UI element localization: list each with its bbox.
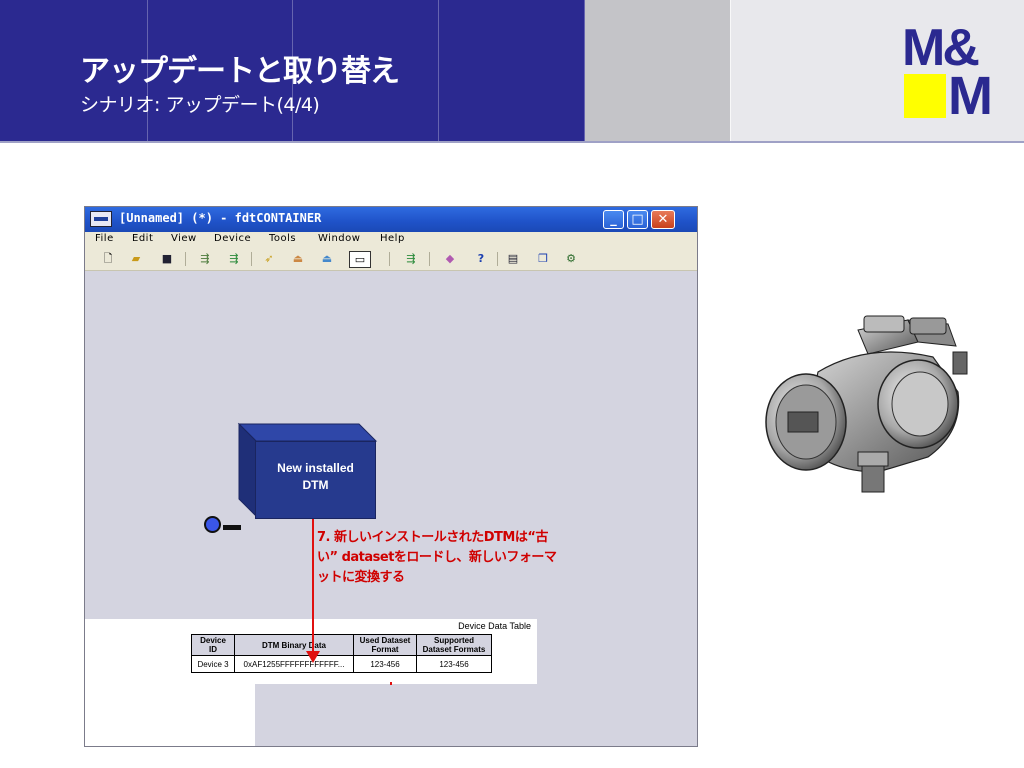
download-icon[interactable]: ⏏ xyxy=(319,251,335,266)
save-icon[interactable]: ■ xyxy=(159,251,175,266)
slide-subtitle: シナリオ: アップデート(4/4) xyxy=(80,94,320,116)
window-title: [Unnamed] (*) - fdtCONTAINER xyxy=(119,211,322,225)
red-mark xyxy=(390,682,392,685)
col-device-id: Device ID xyxy=(191,634,235,656)
menu-help[interactable]: Help xyxy=(380,233,405,244)
col-dtm-binary: DTM Binary Data xyxy=(234,634,354,656)
connector-line xyxy=(223,525,241,530)
cell-device-id: Device 3 xyxy=(191,655,235,673)
open-icon[interactable]: ▰ xyxy=(128,251,144,266)
col-used-format: Used Dataset Format xyxy=(353,634,417,656)
minimize-button[interactable]: _ xyxy=(603,210,624,229)
tool-icon[interactable]: ⚙ xyxy=(563,251,579,266)
fdt-container-window: [Unnamed] (*) - fdtCONTAINER _ □ ✕ File … xyxy=(84,206,698,747)
workspace-area[interactable]: New installed DTM Device Data Table Devi… xyxy=(85,271,697,746)
menu-view[interactable]: View xyxy=(171,233,197,244)
menu-tools[interactable]: Tools xyxy=(269,233,296,244)
dtm-icon[interactable]: ▭ xyxy=(349,251,371,268)
close-button[interactable]: ✕ xyxy=(651,210,675,229)
table-row[interactable]: Device 3 0xAF1255FFFFFFFFFFFF... 123-456… xyxy=(191,655,492,673)
hart-icon[interactable]: ⇶ xyxy=(403,251,419,266)
header-grey-panel xyxy=(585,0,730,142)
connector-port[interactable] xyxy=(204,516,221,533)
eraser-icon[interactable]: ◆ xyxy=(442,251,458,266)
company-logo: M& M xyxy=(902,22,1004,126)
new-icon[interactable]: 🗋 xyxy=(100,251,116,266)
slide-header: アップデートと取り替え シナリオ: アップデート(4/4) M& M xyxy=(0,0,1024,143)
connect-icon[interactable]: ➶ xyxy=(261,251,277,266)
dtm-box-line2: DTM xyxy=(302,478,329,492)
table-caption: Device Data Table xyxy=(458,621,531,631)
col-supported-formats: Supported Dataset Formats xyxy=(416,634,492,656)
step-note: 7. 新しいインストールされたDTMは“古い” datasetをロードし、新しい… xyxy=(317,530,557,585)
logo-yellow-square xyxy=(904,74,946,118)
cell-supported-formats: 123-456 xyxy=(416,655,492,673)
device-data-table: Device ID DTM Binary Data Used Dataset F… xyxy=(191,634,492,673)
help-icon[interactable]: ? xyxy=(473,251,489,266)
menu-bar: File Edit View Device Tools Window Help xyxy=(85,232,697,248)
menu-edit[interactable]: Edit xyxy=(132,233,153,244)
pressure-transmitter-image xyxy=(765,315,968,493)
app-icon xyxy=(90,211,112,227)
toolbar: 🗋 ▰ ■ ⇶ ⇶ ➶ ⏏ ⏏ ▭ ⇶ ◆ ? ▤ ❐ ⚙ xyxy=(85,248,697,271)
flow-arrow xyxy=(312,519,314,657)
menu-file[interactable]: File xyxy=(95,233,114,244)
cell-used-format: 123-456 xyxy=(353,655,417,673)
topology-icon[interactable]: ⇶ xyxy=(197,251,213,266)
window-titlebar[interactable]: [Unnamed] (*) - fdtCONTAINER _ □ ✕ xyxy=(85,207,697,232)
dtm-box-line1: New installed xyxy=(277,461,354,475)
cell-dtm-binary: 0xAF1255FFFFFFFFFFFF... xyxy=(234,655,354,673)
menu-window[interactable]: Window xyxy=(318,233,360,244)
properties-icon[interactable]: ❐ xyxy=(535,251,551,266)
logo-text-bottom: M xyxy=(948,66,993,126)
flow-arrow-head xyxy=(306,651,320,663)
upload-icon[interactable]: ⏏ xyxy=(290,251,306,266)
maximize-button[interactable]: □ xyxy=(627,210,648,229)
topology-add-icon[interactable]: ⇶ xyxy=(226,251,242,266)
dtm-box[interactable]: New installed DTM xyxy=(255,441,376,519)
menu-device[interactable]: Device xyxy=(214,233,251,244)
window-icon[interactable]: ▤ xyxy=(505,251,521,266)
slide-title: アップデートと取り替え xyxy=(80,54,400,89)
